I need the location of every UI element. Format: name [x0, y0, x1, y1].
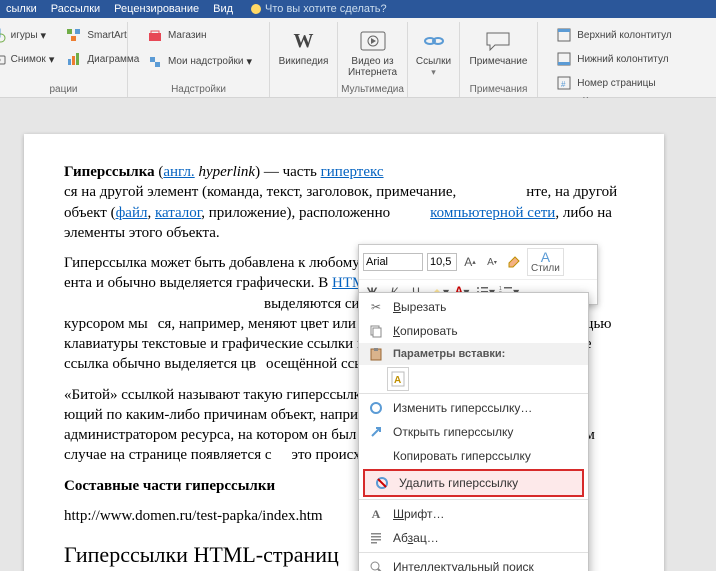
- grow-font-icon[interactable]: A▴: [461, 253, 479, 271]
- cm-smart-lookup[interactable]: Интеллектуальный поиск: [359, 555, 588, 571]
- cm-edit-link[interactable]: Изменить гиперссылку…: [359, 396, 588, 420]
- footer-button[interactable]: Нижний колонтитул: [552, 48, 670, 70]
- header-button[interactable]: Верхний колонтитул: [552, 24, 674, 46]
- page-number-button[interactable]: #Номер страницы: [552, 72, 657, 94]
- cut-icon: ✂: [365, 298, 387, 316]
- context-menu: ✂ВВырезатьырезать Копировать Параметры в…: [358, 292, 589, 571]
- store-button[interactable]: Магазин: [143, 24, 209, 46]
- svg-text:A: A: [394, 375, 401, 386]
- cm-copy[interactable]: Копировать: [359, 319, 588, 343]
- font-dialog-icon: A: [365, 505, 387, 523]
- comment-icon: [483, 26, 513, 56]
- group-label-illustrations: рации: [49, 84, 77, 95]
- svg-text:#: #: [561, 80, 566, 89]
- my-addins-button[interactable]: Мои надстройки ▾: [143, 50, 254, 72]
- smart-lookup-icon: [365, 558, 387, 571]
- online-video-button[interactable]: Видео из Интернета: [346, 24, 399, 80]
- copy-icon: [365, 322, 387, 340]
- tab-view[interactable]: Вид: [213, 3, 233, 15]
- link-icon: [419, 26, 449, 56]
- footer-icon: [554, 49, 574, 69]
- links-button[interactable]: Ссылки ▾: [414, 24, 453, 80]
- cm-remove-link[interactable]: Удалить гиперссылку: [363, 469, 584, 497]
- cm-cut[interactable]: ✂ВВырезатьырезать: [359, 295, 588, 319]
- store-icon: [145, 25, 165, 45]
- document-area: Гиперссылка (англ. hyperlink) — часть ги…: [0, 98, 716, 571]
- shapes-icon: [0, 25, 8, 45]
- group-label-comments: Примечания: [470, 84, 528, 95]
- ribbon: игуры ▾ Снимок ▾ SmartArt Диаграмма раци…: [0, 18, 716, 98]
- cm-paste-header: Параметры вставки:: [359, 343, 588, 365]
- link-hypertext[interactable]: гипертекс: [321, 164, 384, 180]
- cm-font[interactable]: AШрифт…: [359, 502, 588, 526]
- edit-link-icon: [365, 399, 387, 417]
- styles-dropdown[interactable]: AСтили: [527, 248, 564, 276]
- link-computer-network[interactable]: компьютерной сети: [430, 205, 555, 221]
- wikipedia-button[interactable]: W Википедия: [277, 24, 331, 69]
- paragraph-dialog-icon: [365, 529, 387, 547]
- cm-copy-link[interactable]: Копировать гиперссылку: [359, 444, 588, 468]
- link-catalog[interactable]: каталог: [155, 205, 201, 221]
- group-label-addins: Надстройки: [171, 84, 226, 95]
- shapes-button[interactable]: игуры ▾: [0, 24, 56, 46]
- tab-review[interactable]: Рецензирование: [114, 3, 199, 15]
- pagenum-icon: #: [554, 73, 574, 93]
- bulb-icon: [251, 4, 261, 14]
- video-icon: [358, 26, 388, 56]
- font-name-box[interactable]: [363, 253, 423, 271]
- shrink-font-icon[interactable]: A▾: [483, 253, 501, 271]
- format-painter-icon[interactable]: [505, 253, 523, 271]
- paste-icon: [365, 345, 387, 363]
- screenshot-button[interactable]: Снимок ▾: [0, 48, 56, 70]
- camera-icon: [0, 49, 8, 69]
- link-engl[interactable]: англ.: [163, 164, 194, 180]
- wikipedia-icon: W: [289, 26, 319, 56]
- group-label-media: Мультимедиа: [341, 84, 404, 95]
- smartart-icon: [64, 25, 84, 45]
- paragraph-1: Гиперссылка (англ. hyperlink) — часть ги…: [64, 162, 624, 243]
- tab-mailings[interactable]: Рассылки: [51, 3, 100, 15]
- paste-option-keep-text[interactable]: A: [387, 367, 409, 391]
- chart-icon: [64, 49, 84, 69]
- remove-link-icon: [371, 474, 393, 492]
- cm-paragraph[interactable]: Абзац…: [359, 526, 588, 550]
- open-link-icon: [365, 423, 387, 441]
- link-file[interactable]: файл: [116, 205, 148, 221]
- tell-me-search[interactable]: Что вы хотите сделать?: [251, 3, 387, 15]
- title-bar: сылки Рассылки Рецензирование Вид Что вы…: [0, 0, 716, 18]
- comment-button[interactable]: Примечание: [468, 24, 530, 69]
- font-size-box[interactable]: [427, 253, 457, 271]
- tab-prev-cut[interactable]: сылки: [6, 3, 37, 15]
- addins-icon: [145, 51, 165, 71]
- cm-open-link[interactable]: Открыть гиперссылку: [359, 420, 588, 444]
- header-icon: [554, 25, 574, 45]
- tell-me-text: Что вы хотите сделать?: [265, 3, 387, 15]
